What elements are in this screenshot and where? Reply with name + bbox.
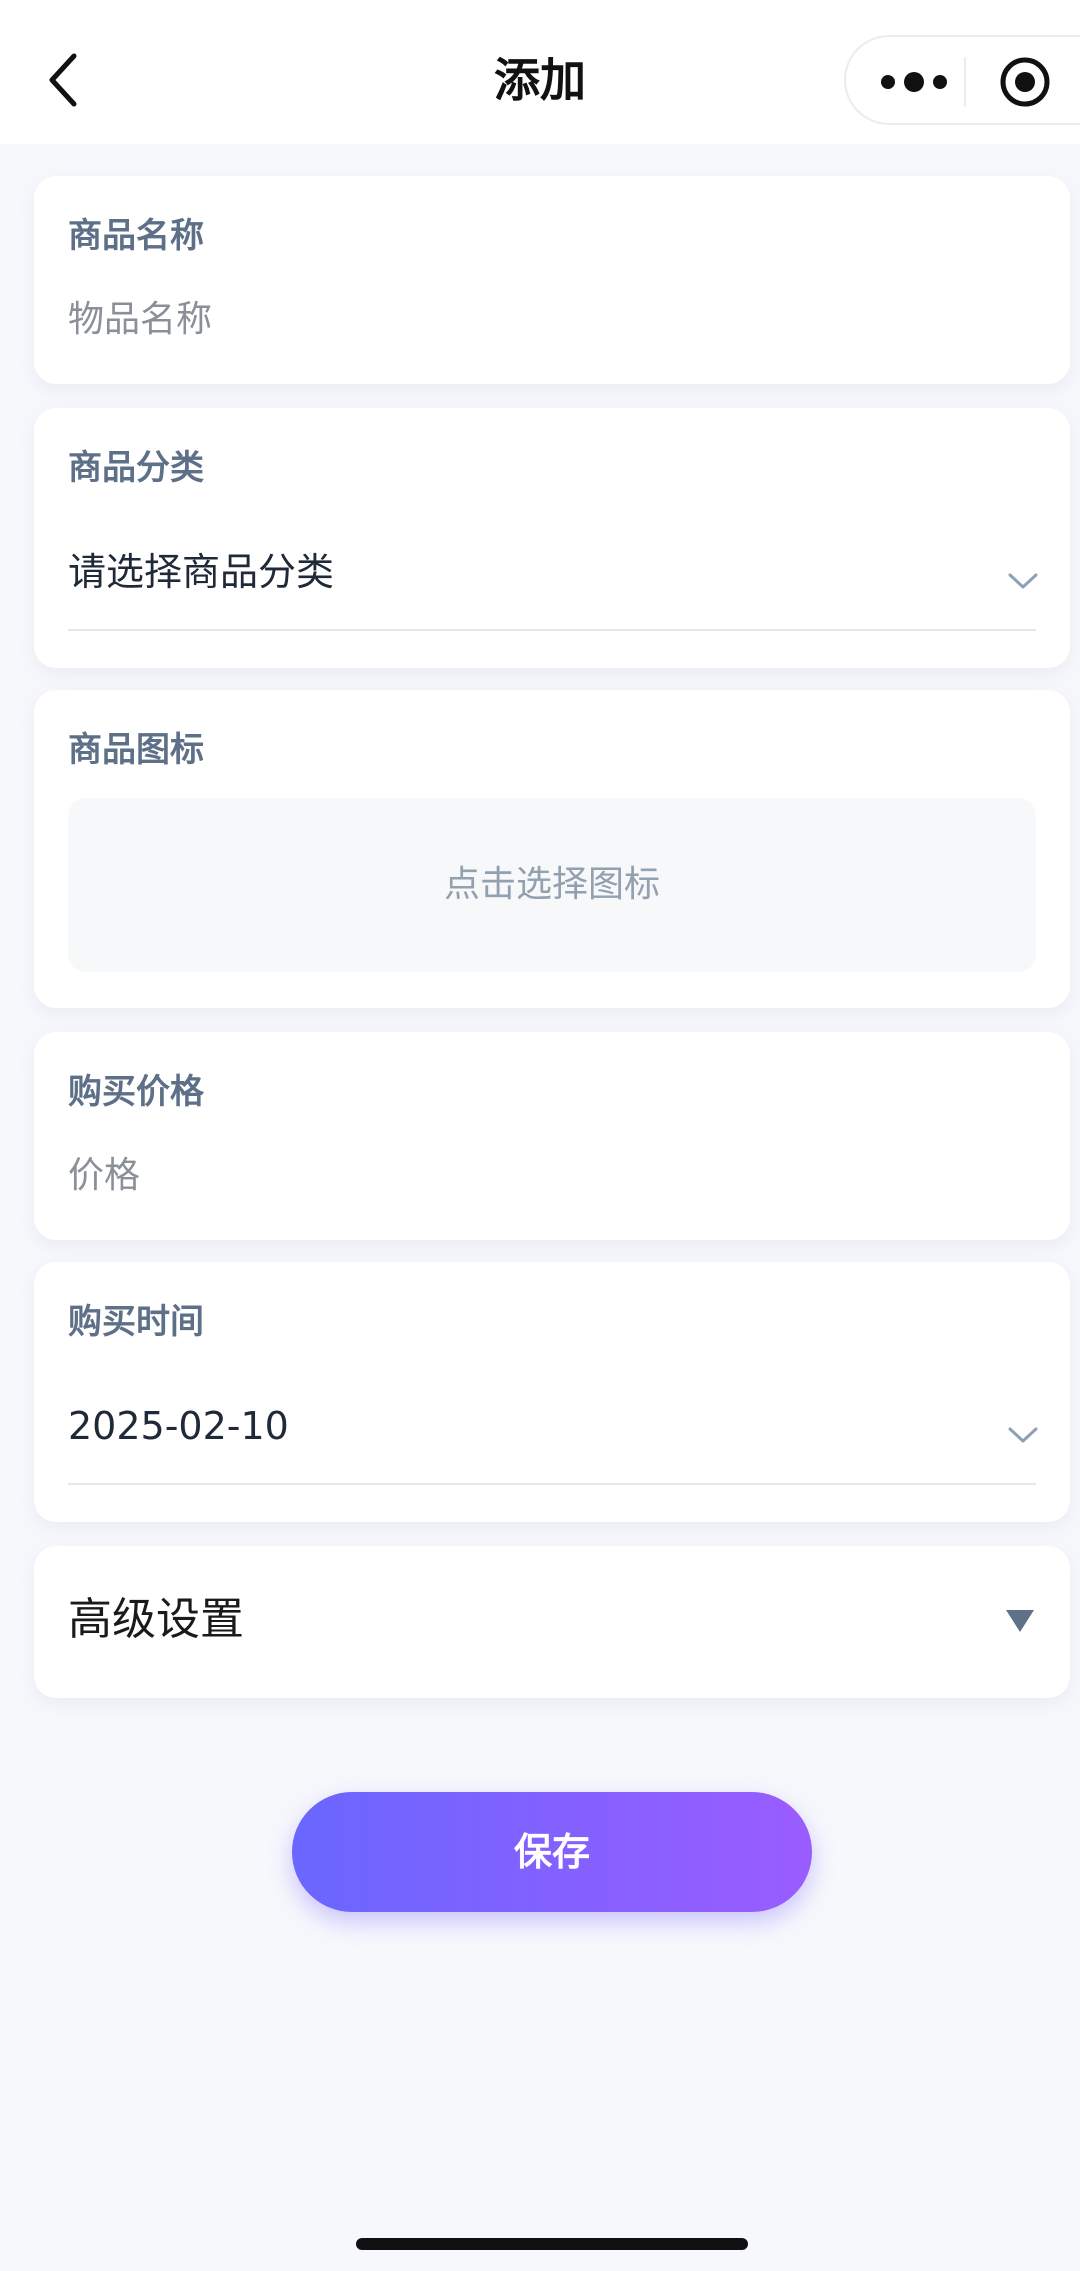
date-card: 购买时间 2025-02-10 bbox=[34, 1262, 1070, 1522]
category-underline bbox=[68, 629, 1036, 631]
price-card: 购买价格 价格 bbox=[34, 1032, 1070, 1240]
category-label: 商品分类 bbox=[68, 448, 204, 488]
name-label: 商品名称 bbox=[68, 216, 204, 256]
price-input[interactable]: 价格 bbox=[68, 1150, 140, 1202]
date-underline bbox=[68, 1483, 1036, 1485]
icon-label: 商品图标 bbox=[68, 730, 204, 770]
chevron-down-icon[interactable] bbox=[1006, 1424, 1040, 1446]
capsule-divider bbox=[964, 57, 966, 107]
price-label: 购买价格 bbox=[68, 1072, 204, 1112]
advanced-settings-label: 高级设置 bbox=[68, 1594, 244, 1645]
mini-program-capsule bbox=[844, 35, 1080, 125]
triangle-down-icon[interactable] bbox=[1004, 1608, 1036, 1634]
icon-card: 商品图标 点击选择图标 bbox=[34, 690, 1070, 1008]
category-select[interactable]: 请选择商品分类 bbox=[68, 544, 334, 600]
name-card: 商品名称 物品名称 bbox=[34, 176, 1070, 384]
home-indicator bbox=[356, 2238, 748, 2250]
icon-picker[interactable]: 点击选择图标 bbox=[68, 798, 1036, 972]
date-select[interactable]: 2025-02-10 bbox=[68, 1398, 289, 1454]
category-card: 商品分类 请选择商品分类 bbox=[34, 408, 1070, 668]
save-button[interactable]: 保存 bbox=[292, 1792, 812, 1912]
target-icon[interactable] bbox=[998, 55, 1052, 109]
chevron-down-icon[interactable] bbox=[1006, 570, 1040, 592]
date-label: 购买时间 bbox=[68, 1302, 204, 1342]
more-dots-icon[interactable] bbox=[876, 67, 976, 97]
navigation-bar: 添加 bbox=[0, 0, 1080, 144]
name-input[interactable]: 物品名称 bbox=[68, 294, 212, 346]
advanced-settings-card[interactable]: 高级设置 bbox=[34, 1546, 1070, 1698]
